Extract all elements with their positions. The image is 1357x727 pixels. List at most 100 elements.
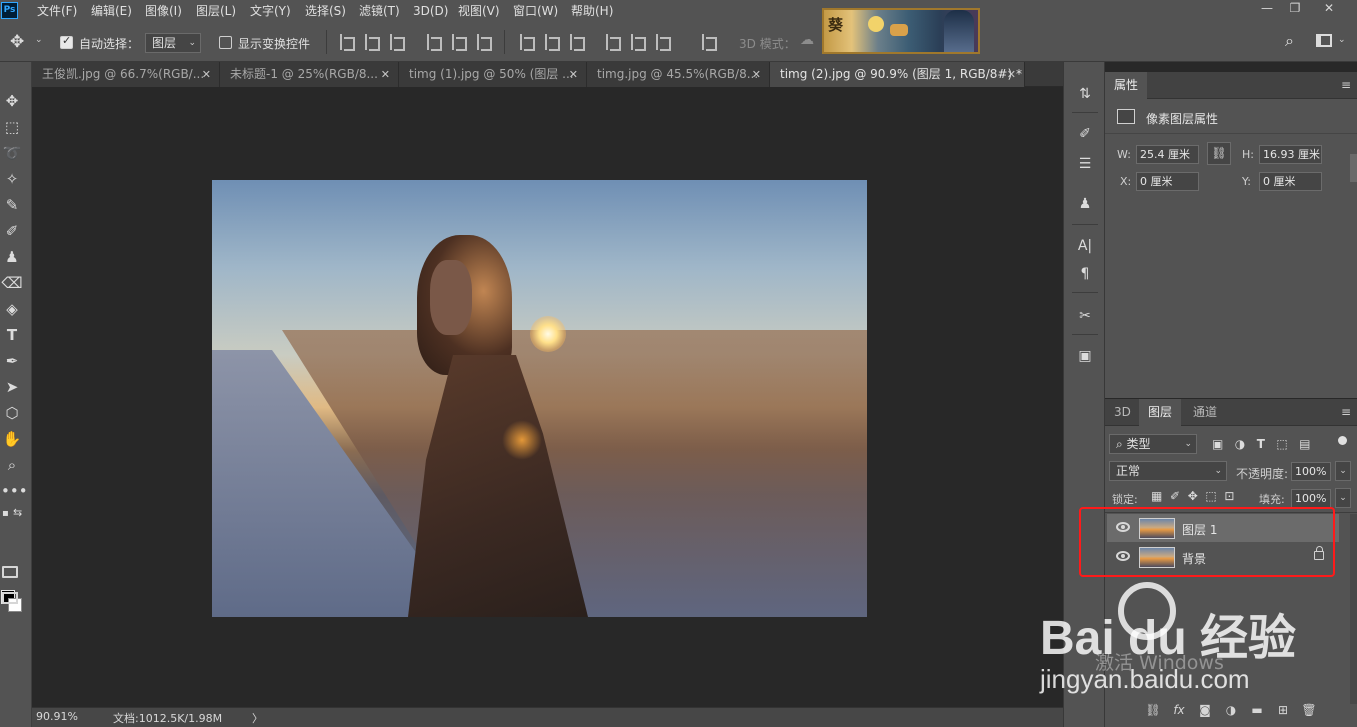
filter-toggle-icon[interactable] (1338, 436, 1347, 445)
lasso-tool-icon[interactable]: ➰ (1, 142, 23, 164)
panel-menu-icon[interactable]: ≡ (1341, 78, 1351, 92)
height-field[interactable]: 16.93 厘米 (1259, 145, 1322, 164)
more-tools-icon[interactable]: ••• (1, 480, 28, 502)
orbit-3d-icon[interactable]: ☁ (800, 32, 820, 52)
menu-filter[interactable]: 滤镜(T) (359, 2, 400, 20)
y-field[interactable]: 0 厘米 (1259, 172, 1322, 191)
menu-select[interactable]: 选择(S) (305, 2, 346, 20)
distribute-right-icon[interactable] (656, 34, 671, 51)
document-tab-active[interactable]: timg (2).jpg @ 90.9% (图层 1, RGB/8#) * ✕ (770, 62, 1025, 87)
default-colors-icon[interactable]: ▪ (2, 508, 9, 519)
distribute-left-icon[interactable] (606, 34, 621, 51)
link-dimensions-icon[interactable]: ⛓ (1207, 142, 1231, 165)
opacity-chevron-icon[interactable]: ⌄ (1335, 461, 1351, 481)
panel-scrollbar[interactable] (1350, 154, 1357, 182)
auto-select-target-select[interactable]: 图层 ⌄ (145, 33, 201, 53)
close-icon[interactable]: ✕ (569, 62, 578, 87)
distribute-top-icon[interactable] (520, 34, 535, 51)
distribute-vcenter-icon[interactable] (545, 34, 560, 51)
menu-layer[interactable]: 图层(L) (196, 2, 236, 20)
width-field[interactable]: 25.4 厘米 (1136, 145, 1199, 164)
screen-mode-icon[interactable] (2, 592, 18, 604)
minimize-button[interactable]: — (1252, 0, 1282, 16)
close-icon[interactable]: ✕ (202, 62, 211, 87)
align-right-icon[interactable] (477, 34, 492, 51)
path-select-tool-icon[interactable]: ➤ (1, 376, 23, 398)
lock-transparent-icon[interactable]: ▦ (1151, 489, 1162, 503)
workspace-chevron-icon[interactable]: ⌄ (1338, 35, 1346, 45)
auto-select-checkbox[interactable] (60, 34, 73, 49)
layer-style-icon[interactable]: fx (1166, 703, 1192, 717)
align-left-icon[interactable] (427, 34, 442, 51)
distribute-bottom-icon[interactable] (570, 34, 585, 51)
new-layer-icon[interactable]: ⊞ (1270, 703, 1296, 717)
auto-align-icon[interactable] (702, 34, 717, 51)
close-icon[interactable]: ✕ (752, 62, 761, 87)
paragraph-icon[interactable]: ¶ (1075, 264, 1095, 284)
menu-edit[interactable]: 编辑(E) (91, 2, 132, 20)
document-tab[interactable]: timg.jpg @ 45.5%(RGB/8... ✕ (587, 62, 770, 87)
adjustments-icon[interactable]: ☰ (1075, 154, 1095, 174)
panel-menu-icon[interactable]: ≡ (1341, 405, 1351, 419)
blend-mode-select[interactable]: 正常 ⌄ (1109, 461, 1227, 481)
close-icon[interactable]: ✕ (381, 62, 390, 87)
fill-chevron-icon[interactable]: ⌄ (1335, 488, 1351, 508)
tool-preset-chevron-icon[interactable]: ⌄ (35, 35, 43, 45)
paint-bucket-tool-icon[interactable]: ◈ (1, 298, 23, 320)
move-tool-icon[interactable]: ✥ (10, 32, 30, 52)
close-icon[interactable]: ✕ (1007, 62, 1016, 87)
menu-3d[interactable]: 3D(D) (413, 2, 448, 20)
align-top-icon[interactable] (340, 34, 355, 51)
eraser-tool-icon[interactable]: ⌫ (1, 272, 23, 294)
tool-presets-icon[interactable]: ✂ (1075, 306, 1095, 326)
tab-layers[interactable]: 图层 (1139, 399, 1182, 426)
lock-position-icon[interactable]: ✥ (1188, 489, 1198, 503)
link-layers-icon[interactable]: ⛓ (1140, 703, 1166, 717)
tab-channels[interactable]: 通道 (1184, 399, 1226, 426)
lock-all-icon[interactable]: ⊡ (1224, 489, 1234, 503)
add-mask-icon[interactable]: ◙ (1192, 703, 1218, 717)
filter-pixel-icon[interactable]: ▣ (1212, 437, 1223, 451)
delete-layer-icon[interactable]: 🗑 (1296, 703, 1322, 717)
new-group-icon[interactable]: ▬ (1244, 703, 1270, 717)
align-vcenter-icon[interactable] (365, 34, 380, 51)
history-icon[interactable]: ⇅ (1075, 84, 1095, 104)
type-tool-icon[interactable]: T (1, 324, 23, 346)
x-field[interactable]: 0 厘米 (1136, 172, 1199, 191)
swap-colors-icon[interactable]: ⇆ (13, 506, 22, 519)
zoom-level[interactable]: 90.91% (36, 710, 78, 723)
menu-view[interactable]: 视图(V) (458, 2, 500, 20)
layer-filter-select[interactable]: ⌕ 类型 ⌄ (1109, 434, 1197, 454)
layers-scrollbar[interactable] (1350, 514, 1357, 704)
distribute-hcenter-icon[interactable] (631, 34, 646, 51)
lock-artboard-icon[interactable]: ⬚ (1205, 489, 1216, 503)
character-icon[interactable]: A| (1075, 236, 1095, 256)
shape-tool-icon[interactable]: ⬡ (1, 402, 23, 424)
tab-3d[interactable]: 3D (1105, 399, 1140, 426)
filter-shape-icon[interactable]: ⬚ (1276, 437, 1287, 451)
show-transform-checkbox[interactable] (219, 36, 232, 49)
menu-image[interactable]: 图像(I) (145, 2, 182, 20)
pen-tool-icon[interactable]: ✒ (1, 350, 23, 372)
eyedropper-tool-icon[interactable]: ✎ (1, 194, 23, 216)
search-icon[interactable]: ⌕ (1285, 31, 1305, 51)
menu-window[interactable]: 窗口(W) (513, 2, 558, 20)
zoom-tool-icon[interactable]: ⌕ (1, 454, 23, 476)
close-window-button[interactable]: ✕ (1314, 0, 1344, 16)
align-bottom-icon[interactable] (390, 34, 405, 51)
menu-type[interactable]: 文字(Y) (250, 2, 291, 20)
filter-smart-object-icon[interactable]: ▤ (1299, 437, 1310, 451)
filter-type-icon[interactable]: T (1257, 437, 1265, 451)
document-image[interactable] (212, 180, 867, 617)
align-hcenter-icon[interactable] (452, 34, 467, 51)
move-tool-icon[interactable]: ✥ (1, 90, 23, 112)
lock-pixels-icon[interactable]: ✐ (1170, 489, 1180, 503)
restore-button[interactable]: ❐ (1280, 0, 1310, 16)
brush-tool-icon[interactable]: ✐ (1, 220, 23, 242)
hand-tool-icon[interactable]: ✋ (1, 428, 23, 450)
menu-help[interactable]: 帮助(H) (571, 2, 613, 20)
tab-properties[interactable]: 属性 (1105, 72, 1148, 99)
document-tab[interactable]: 未标题-1 @ 25%(RGB/8... ✕ (220, 62, 399, 87)
document-tab[interactable]: timg (1).jpg @ 50% (图层 ... ✕ (399, 62, 587, 87)
opacity-field[interactable]: 100% (1291, 462, 1331, 481)
